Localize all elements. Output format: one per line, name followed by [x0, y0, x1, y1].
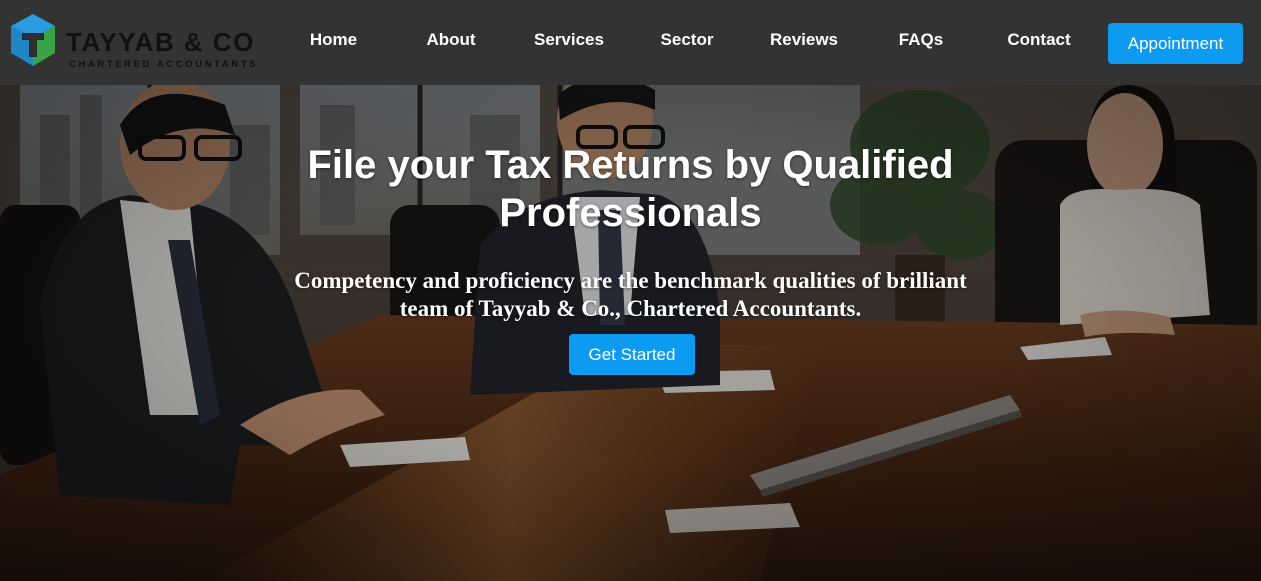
brand-name: TAYYAB & CO: [66, 27, 255, 57]
nav-services[interactable]: Services: [527, 29, 611, 51]
get-started-button[interactable]: Get Started: [569, 334, 695, 375]
hero-subtitle: Competency and proficiency are the bench…: [294, 268, 967, 321]
nav-about[interactable]: About: [412, 29, 490, 51]
brand-logo[interactable]: TAYYAB & CO CHARTERED ACCOUNTANTS: [9, 13, 269, 70]
brand-subtitle: CHARTERED ACCOUNTANTS: [69, 59, 259, 70]
hero-title: File your Tax Returns by Qualified Profe…: [307, 143, 954, 235]
nav-home[interactable]: Home: [296, 29, 371, 51]
nav-sector[interactable]: Sector: [647, 29, 727, 51]
nav-contact[interactable]: Contact: [999, 29, 1079, 51]
hero-section: File your Tax Returns by Qualified Profe…: [0, 85, 1261, 581]
nav-reviews[interactable]: Reviews: [762, 29, 846, 51]
tc-cube-logo-icon: [11, 14, 55, 66]
navbar: TAYYAB & CO CHARTERED ACCOUNTANTS Home A…: [0, 0, 1261, 85]
nav-faqs[interactable]: FAQs: [887, 29, 955, 51]
appointment-button[interactable]: Appointment: [1108, 23, 1243, 64]
